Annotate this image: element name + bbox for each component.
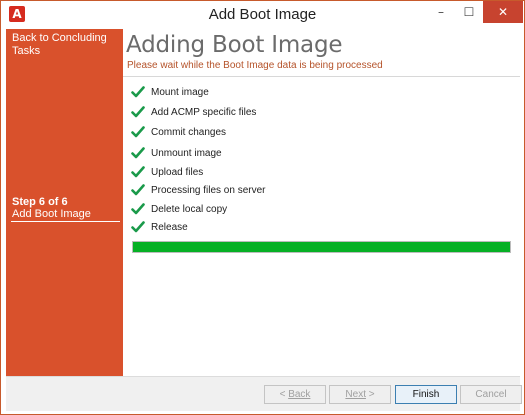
wizard-sidebar: Back to Concluding Tasks Step 6 of 6 Add… (6, 29, 123, 376)
close-button[interactable]: ✕ (483, 1, 523, 23)
maximize-button[interactable]: ☐ (455, 1, 483, 23)
next-button[interactable]: Next > (329, 385, 391, 404)
step-counter: Step 6 of 6 (12, 196, 68, 208)
step-divider (11, 221, 120, 222)
task-label: Delete local copy (151, 203, 228, 215)
next-button-label: Next (345, 389, 366, 400)
check-icon (131, 203, 145, 215)
task-item: Mount image (131, 84, 209, 100)
task-item: Processing files on server (131, 182, 266, 198)
task-label: Add ACMP specific files (151, 106, 257, 118)
back-button-label: Back (288, 389, 311, 400)
check-icon (131, 221, 145, 233)
task-label: Upload files (151, 166, 204, 178)
wizard-footer: < Back Next > Finish Cancel (6, 376, 522, 411)
task-label: Processing files on server (151, 184, 266, 196)
check-icon (131, 106, 145, 118)
header-divider (123, 76, 520, 77)
task-item: Unmount image (131, 145, 222, 161)
current-step-name: Add Boot Image (12, 208, 91, 220)
check-icon (131, 166, 145, 178)
task-item: Commit changes (131, 124, 226, 140)
progress-bar-fill (133, 242, 510, 252)
task-label: Commit changes (151, 126, 227, 138)
cancel-button[interactable]: Cancel (460, 385, 522, 404)
task-label: Unmount image (151, 147, 222, 159)
back-to-concluding-tasks-link[interactable]: Back to Concluding Tasks (12, 32, 120, 58)
task-item: Delete local copy (131, 201, 227, 217)
finish-button[interactable]: Finish (395, 385, 457, 404)
check-icon (131, 86, 145, 98)
check-icon (131, 184, 145, 196)
task-label: Release (151, 221, 188, 233)
task-label: Mount image (151, 86, 209, 98)
task-item: Add ACMP specific files (131, 104, 256, 120)
page-subtitle: Please wait while the Boot Image data is… (127, 60, 383, 71)
progress-bar (132, 241, 511, 253)
task-item: Release (131, 219, 188, 235)
check-icon (131, 126, 145, 138)
title-bar: A Add Boot Image – ☐ ✕ (1, 1, 524, 29)
add-boot-image-window: A Add Boot Image – ☐ ✕ Back to Concludin… (0, 0, 525, 415)
wizard-content: Adding Boot Image Please wait while the … (123, 29, 520, 376)
minimize-button[interactable]: – (427, 1, 455, 23)
back-button[interactable]: < Back (264, 385, 326, 404)
task-item: Upload files (131, 164, 203, 180)
check-icon (131, 147, 145, 159)
page-title: Adding Boot Image (126, 32, 343, 58)
